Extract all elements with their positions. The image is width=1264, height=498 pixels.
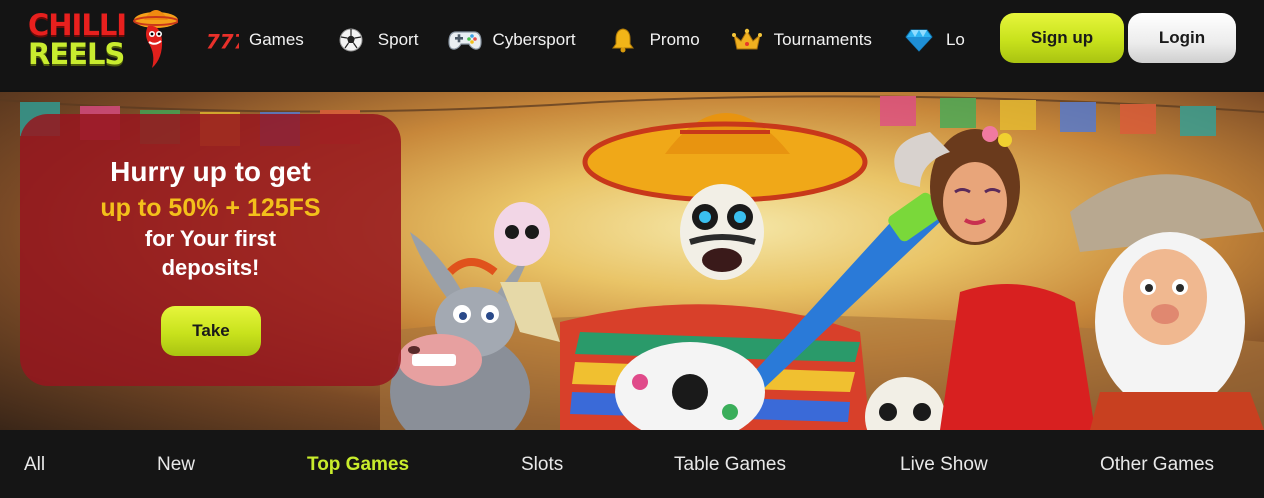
bell-icon bbox=[606, 25, 640, 55]
tab-table-games[interactable]: Table Games bbox=[674, 454, 786, 476]
nav-label: Promo bbox=[649, 30, 700, 49]
nav-label: Lo bbox=[945, 30, 965, 49]
promo-offer: up to 50% + 125FS bbox=[100, 194, 321, 222]
slot-777-icon: 777 bbox=[205, 25, 239, 55]
promo-banner[interactable]: Hurry up to get up to 50% + 125FS for Yo… bbox=[0, 92, 1264, 430]
promo-subtext-2: deposits! bbox=[161, 255, 260, 280]
promo-subtext-1: for Your first bbox=[144, 226, 277, 251]
chilli-reels-logo[interactable]: CHILLI REELS bbox=[26, 6, 178, 72]
tab-slots[interactable]: Slots bbox=[521, 454, 563, 476]
take-bonus-button[interactable]: Take bbox=[161, 306, 261, 356]
nav-label: Cybersport bbox=[492, 30, 576, 49]
game-category-tabs: All New Top Games Slots Table Games Live… bbox=[0, 430, 1264, 498]
chilli-mascot-icon bbox=[133, 10, 178, 68]
nav-label: Games bbox=[249, 30, 304, 49]
crown-icon bbox=[730, 25, 764, 55]
site-header: CHILLI REELS 777 Games bbox=[0, 0, 1264, 90]
promo-headline: Hurry up to get bbox=[110, 156, 311, 187]
nav-item-promo[interactable]: Promo bbox=[606, 22, 700, 58]
tab-all[interactable]: All bbox=[24, 454, 45, 476]
gamepad-icon bbox=[448, 25, 483, 55]
nav-item-tournaments[interactable]: Tournaments bbox=[730, 22, 872, 58]
nav-label: Tournaments bbox=[773, 30, 872, 49]
diamond-icon bbox=[902, 25, 936, 55]
nav-label: Sport bbox=[377, 30, 419, 49]
soccer-ball-icon bbox=[334, 25, 368, 55]
promo-card: Hurry up to get up to 50% + 125FS for Yo… bbox=[20, 114, 401, 386]
logo-word-reels: REELS bbox=[28, 37, 125, 71]
login-button[interactable]: Login bbox=[1128, 13, 1236, 63]
tab-new[interactable]: New bbox=[157, 454, 195, 476]
svg-text:777: 777 bbox=[206, 31, 239, 54]
tab-live-show[interactable]: Live Show bbox=[900, 454, 988, 476]
nav-item-cybersport[interactable]: Cybersport bbox=[448, 22, 576, 58]
nav-item-lo[interactable]: Lo bbox=[902, 22, 965, 58]
signup-button[interactable]: Sign up bbox=[1000, 13, 1124, 63]
tab-top-games[interactable]: Top Games bbox=[307, 454, 409, 476]
nav-item-games[interactable]: 777 Games bbox=[205, 22, 304, 58]
nav-item-sport[interactable]: Sport bbox=[334, 22, 419, 58]
logo-word-chilli: CHILLI bbox=[28, 8, 127, 42]
tab-other-games[interactable]: Other Games bbox=[1100, 454, 1214, 476]
main-nav: 777 Games Sport bbox=[205, 0, 985, 90]
